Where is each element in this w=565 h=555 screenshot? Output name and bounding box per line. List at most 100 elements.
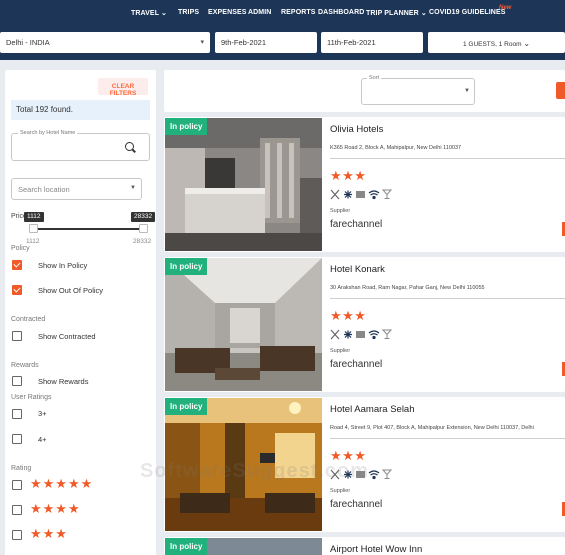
- action-button[interactable]: [556, 82, 565, 99]
- location-select[interactable]: Delhi - INDIA ▾: [0, 32, 210, 53]
- show-in-policy-checkbox[interactable]: [12, 260, 22, 270]
- search-location-placeholder: Search location: [18, 185, 70, 194]
- hotel-name[interactable]: Olivia Hotels: [330, 124, 383, 135]
- tv-icon: [356, 331, 365, 338]
- nav-reports[interactable]: REPORTS: [281, 9, 316, 16]
- supplier-name: farechannel: [330, 499, 383, 510]
- wifi-icon: [368, 190, 380, 200]
- search-location-select[interactable]: Search location ▼: [11, 178, 142, 200]
- nav-travel[interactable]: TRAVEL ⌄: [131, 9, 167, 17]
- restaurant-icon: [330, 189, 340, 200]
- hotel-address: Road 4, Street 9, Plot 407, Block A, Mah…: [330, 425, 534, 431]
- rating-3-plus-label: 3+: [38, 409, 47, 418]
- in-policy-badge: In policy: [165, 538, 208, 555]
- watermark: SoftwareSuggest.com: [140, 460, 370, 482]
- tv-icon: [356, 191, 365, 198]
- location-value: Delhi - INDIA: [6, 38, 50, 47]
- rating-3-plus-checkbox[interactable]: [12, 409, 22, 419]
- supplier-label: Supplier: [330, 208, 351, 214]
- hotel-name[interactable]: Hotel Aamara Selah: [330, 404, 415, 415]
- show-rewards-label: Show Rewards: [38, 377, 89, 386]
- amenities-icons: [330, 329, 395, 340]
- show-in-policy-label: Show In Policy: [38, 261, 88, 270]
- price-max-handle[interactable]: [139, 224, 148, 233]
- search-icon[interactable]: [125, 142, 134, 151]
- hotel-name-search-label: Search by Hotel Name: [18, 130, 78, 136]
- ac-snowflake-icon: [344, 330, 352, 339]
- nav-expenses[interactable]: EXPENSES: [208, 9, 247, 16]
- supplier-label: Supplier: [330, 488, 351, 494]
- wifi-icon: [368, 470, 380, 480]
- checkout-date-field[interactable]: 11th-Feb-2021: [321, 32, 423, 53]
- price-min-handle[interactable]: [29, 224, 38, 233]
- hotel-card[interactable]: In policy Hotel Konark 30 Arakshan Road,…: [164, 257, 565, 392]
- chevron-down-icon: ▾: [200, 39, 204, 46]
- supplier-name: farechannel: [330, 359, 383, 370]
- hotel-name[interactable]: Airport Hotel Wow Inn: [330, 544, 422, 555]
- clear-filters-button[interactable]: CLEAR FILTERS: [98, 78, 148, 97]
- hotel-name[interactable]: Hotel Konark: [330, 264, 385, 275]
- hotel-address: 30 Arakshan Road, Ram Nagar, Pahar Ganj,…: [330, 285, 485, 291]
- nav-covid19-guidelines[interactable]: COVID19 GUIDELINES: [429, 9, 505, 16]
- sort-select[interactable]: Sort ▼: [361, 75, 475, 105]
- show-out-of-policy-checkbox[interactable]: [12, 285, 22, 295]
- bar-icon: [381, 329, 393, 339]
- guests-select[interactable]: 1 GUESTS, 1 Room ⌄: [428, 32, 565, 53]
- nav-admin[interactable]: ADMIN: [248, 9, 271, 16]
- divider: [330, 298, 565, 299]
- price-max-tooltip: 28332: [131, 212, 156, 222]
- in-policy-badge: In policy: [165, 118, 208, 135]
- checkin-date-field[interactable]: 9th-Feb-2021: [215, 32, 317, 53]
- hotel-address: K365 Road 2, Block A, Mahipalpur, New De…: [330, 145, 462, 151]
- hotel-star-rating: ★★★: [330, 168, 367, 183]
- policy-label: Policy: [11, 245, 30, 252]
- nav-dashboard[interactable]: DASHBOARD: [318, 9, 364, 16]
- nav-trips[interactable]: TRIPS: [178, 9, 199, 16]
- hotel-card[interactable]: In policy Airport Hotel Wow Inn: [164, 537, 565, 555]
- in-policy-badge: In policy: [165, 258, 208, 275]
- supplier-name: farechannel: [330, 219, 383, 230]
- chevron-down-icon: ⌄: [523, 39, 531, 48]
- rewards-label: Rewards: [11, 362, 39, 369]
- show-contracted-checkbox[interactable]: [12, 331, 22, 341]
- nav-trip-planner[interactable]: TRIP PLANNER ⌄: [366, 9, 427, 17]
- new-badge: New: [499, 5, 512, 11]
- hotel-name-search-input[interactable]: Search by Hotel Name: [11, 130, 150, 161]
- price-slider-track[interactable]: [33, 228, 144, 230]
- user-ratings-label: User Ratings: [11, 394, 52, 401]
- rating-3-star-checkbox[interactable]: [12, 530, 22, 540]
- bar-icon: [381, 469, 393, 479]
- chevron-down-icon: ▼: [130, 185, 136, 191]
- rating-label: Rating: [11, 465, 32, 472]
- contracted-label: Contracted: [11, 316, 46, 323]
- price-min-tooltip: 1112: [24, 212, 44, 222]
- show-rewards-checkbox[interactable]: [12, 376, 22, 386]
- divider: [330, 438, 565, 439]
- hotel-photo[interactable]: [165, 118, 322, 251]
- sort-label: Sort: [367, 75, 382, 81]
- show-contracted-label: Show Contracted: [38, 332, 96, 341]
- hotel-photo[interactable]: [165, 258, 322, 391]
- checkout-value: 11th-Feb-2021: [327, 38, 376, 47]
- wifi-icon: [368, 330, 380, 340]
- supplier-label: Supplier: [330, 348, 351, 354]
- checkin-value: 9th-Feb-2021: [221, 38, 267, 47]
- price-max-value: 28332: [133, 238, 152, 245]
- rating-4-star-checkbox[interactable]: [12, 505, 22, 515]
- rating-4-plus-label: 4+: [38, 435, 47, 444]
- rating-3-star-icons: ★★★: [30, 526, 68, 541]
- divider: [330, 158, 565, 159]
- hotel-search-bar: Delhi - INDIA ▾ 9th-Feb-2021 11th-Feb-20…: [0, 28, 565, 60]
- show-out-of-policy-label: Show Out Of Policy: [38, 286, 104, 295]
- rating-5-star-checkbox[interactable]: [12, 480, 22, 490]
- price-min-value: 1112: [26, 238, 40, 245]
- hotel-card[interactable]: In policy Olivia Hotels K365 Road 2, Blo…: [164, 117, 565, 252]
- in-policy-badge: In policy: [165, 398, 208, 415]
- bar-icon: [381, 189, 393, 199]
- guests-value: 1 GUESTS, 1 Room: [462, 41, 522, 48]
- rating-4-plus-checkbox[interactable]: [12, 434, 22, 444]
- rating-4-star-icons: ★★★★: [30, 501, 81, 516]
- restaurant-icon: [330, 329, 340, 340]
- chevron-down-icon: ▼: [464, 88, 470, 94]
- results-count: Total 192 found.: [11, 100, 150, 120]
